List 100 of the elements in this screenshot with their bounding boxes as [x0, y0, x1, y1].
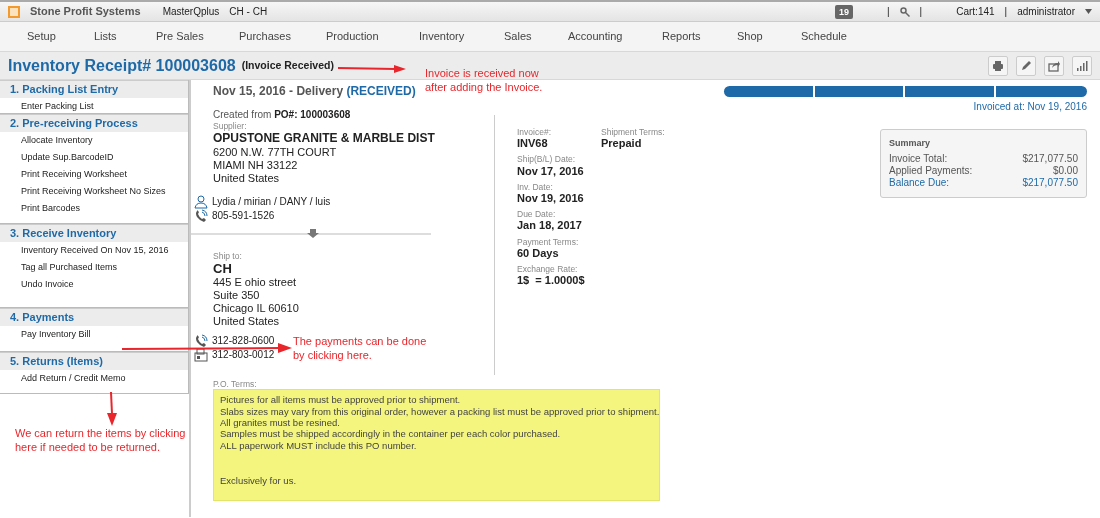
address-line: Suite 350 [213, 289, 260, 303]
user-menu[interactable]: administrator [1017, 5, 1075, 18]
field-label: P.O. Terms: [213, 379, 257, 390]
sidebar-link[interactable]: Print Receiving Worksheet [0, 166, 188, 184]
fax-number: 312-803-0012 [212, 349, 275, 362]
field-label: Payment Terms: [517, 236, 579, 247]
separator: | [887, 5, 890, 18]
menu-item[interactable]: Schedule [801, 29, 847, 44]
field-value: 1$ = 1.0000$ [517, 274, 585, 288]
menu-item[interactable]: Pre Sales [156, 29, 204, 44]
arrow [338, 65, 406, 73]
menu-item[interactable]: Sales [504, 29, 532, 44]
terms-line: ALL paperwork MUST include this PO number. [220, 439, 417, 452]
section-heading: 2. Pre-receiving Process [0, 114, 188, 133]
address-line: United States [213, 315, 280, 329]
section-heading: 5. Returns (Items) [0, 352, 188, 371]
field-value: 60 Days [517, 246, 559, 260]
phone-icon [194, 334, 208, 349]
terms-line: Samples must be shipped accordingly in the container per each color purchased. [220, 428, 561, 440]
sidebar-link[interactable]: Add Return / Credit Memo [0, 370, 188, 388]
sidebar-link[interactable]: Undo Invoice [0, 276, 188, 294]
section-heading: 3. Receive Inventory [0, 224, 188, 243]
field-label: Supplier: [213, 121, 247, 132]
annotation-text: Invoice is received now after adding the Invoice. [425, 66, 543, 95]
summary-label: Applied Payments: [889, 164, 973, 177]
page-title: Inventory Receipt# 100003608 [8, 55, 236, 76]
menu-item[interactable]: Production [326, 29, 379, 44]
sidebar-link[interactable]: Print Barcodes [0, 200, 188, 218]
address-line: 6200 N.W. 77TH COURT [213, 145, 337, 159]
arrow [107, 392, 117, 426]
annotation-text: The payments can be done by clicking here. [293, 334, 427, 363]
menu-item[interactable]: Lists [94, 29, 117, 44]
invoiced-date: Invoiced at: Nov 19, 2016 [972, 101, 1087, 113]
contact-names: Lydia / mirian / DANY / luis [212, 195, 331, 208]
summary-value: $0.00 [1052, 164, 1078, 177]
sidebar-link[interactable]: Allocate Inventory [0, 132, 188, 150]
address-line: United States [213, 171, 280, 185]
field-label: Ship to: [213, 250, 242, 261]
pencil-icon[interactable] [1016, 55, 1036, 76]
summary-label: Balance Due: [889, 176, 950, 189]
address-line: MIAMI NH 33122 [213, 158, 298, 172]
summary-label: Invoice Total: [889, 152, 948, 165]
separator: | [1004, 5, 1008, 18]
search-icon [899, 6, 910, 17]
menu-item[interactable]: Inventory [419, 29, 465, 44]
menu-item[interactable]: Setup [27, 29, 56, 44]
field-label: Inv. Date: [517, 181, 553, 192]
fax-icon [194, 348, 208, 363]
field-value: Prepaid [601, 137, 642, 151]
person-icon [194, 194, 208, 209]
down-arrow-icon [307, 228, 319, 238]
address-line: 445 E ohio street [213, 276, 297, 290]
annotation-text: We can return the items by clicking here if needed to be returned. [15, 426, 186, 455]
supplier-name: OPUSTONE GRANITE & MARBLE DIST [213, 131, 435, 146]
field-value: Nov 17, 2016 [517, 164, 584, 178]
sidebar-link[interactable]: Print Receiving Worksheet No Sizes [0, 183, 188, 201]
phone-icon [194, 208, 208, 223]
bar-chart-icon[interactable] [1072, 55, 1092, 76]
menu-item[interactable]: Accounting [568, 29, 623, 44]
field-value: INV68 [517, 137, 548, 151]
summary-value: $217,077.50 [1022, 152, 1078, 165]
terms-line: Slabs sizes may vary from this original order, however a packing list must be approved prior to shipment. [220, 405, 660, 417]
terms-line: All granites must be resined. [220, 416, 340, 429]
share-icon[interactable] [1044, 55, 1064, 76]
section-heading: 4. Payments [0, 308, 188, 327]
summary-value: $217,077.50 [1022, 176, 1078, 189]
sidebar-link[interactable]: Inventory Received On Nov 15, 2016 [0, 242, 188, 260]
caret-icon [1085, 9, 1092, 14]
field-label: Invoice#: [517, 127, 552, 138]
section-heading: 1. Packing List Entry [0, 80, 188, 99]
cart-link[interactable]: Cart:141 [956, 5, 995, 18]
field-label: Ship(B/L) Date: [517, 154, 576, 165]
menu-item[interactable]: Purchases [239, 29, 291, 44]
field-label: Due Date: [517, 209, 556, 220]
field-label: Shipment Terms: [601, 127, 665, 138]
created-from-text: Created from PO#: 100003608 [213, 109, 351, 121]
terms-line: Exclusively for us. [220, 475, 297, 487]
address-line: Chicago IL 60610 [213, 302, 299, 316]
sidebar-link[interactable]: Pay Inventory Bill [0, 326, 188, 344]
phone-number: 312-828-0600 [212, 335, 275, 348]
terms-line: Pictures for all items must be approved prior to shipment. [220, 394, 461, 406]
app-name: Stone Profit Systems [30, 4, 141, 19]
field-value: Nov 19, 2016 [517, 191, 584, 206]
logo-icon [8, 5, 20, 18]
notification-badge[interactable]: 19 [835, 4, 853, 19]
field-label: Exchange Rate: [517, 263, 578, 275]
company-name: MasterQplus [162, 5, 220, 18]
separator: | [919, 5, 923, 18]
field-value: Jan 18, 2017 [517, 219, 582, 233]
summary-title: Summary [889, 138, 932, 149]
ship-to-name: CH [213, 260, 232, 277]
status-label: (Invoice Received) [241, 59, 334, 72]
delivery-heading: Nov 15, 2016 - Delivery (RECEIVED) [213, 84, 416, 99]
menu-item[interactable]: Reports [662, 29, 701, 44]
sidebar-link[interactable]: Update Sup.BarcodeID [0, 149, 188, 167]
print-icon[interactable] [988, 55, 1008, 76]
location-name: CH - CH [229, 5, 268, 18]
menu-item[interactable]: Shop [737, 29, 763, 44]
sidebar-link[interactable]: Tag all Purchased Items [0, 259, 188, 277]
sidebar-link[interactable]: Enter Packing List [0, 98, 188, 113]
